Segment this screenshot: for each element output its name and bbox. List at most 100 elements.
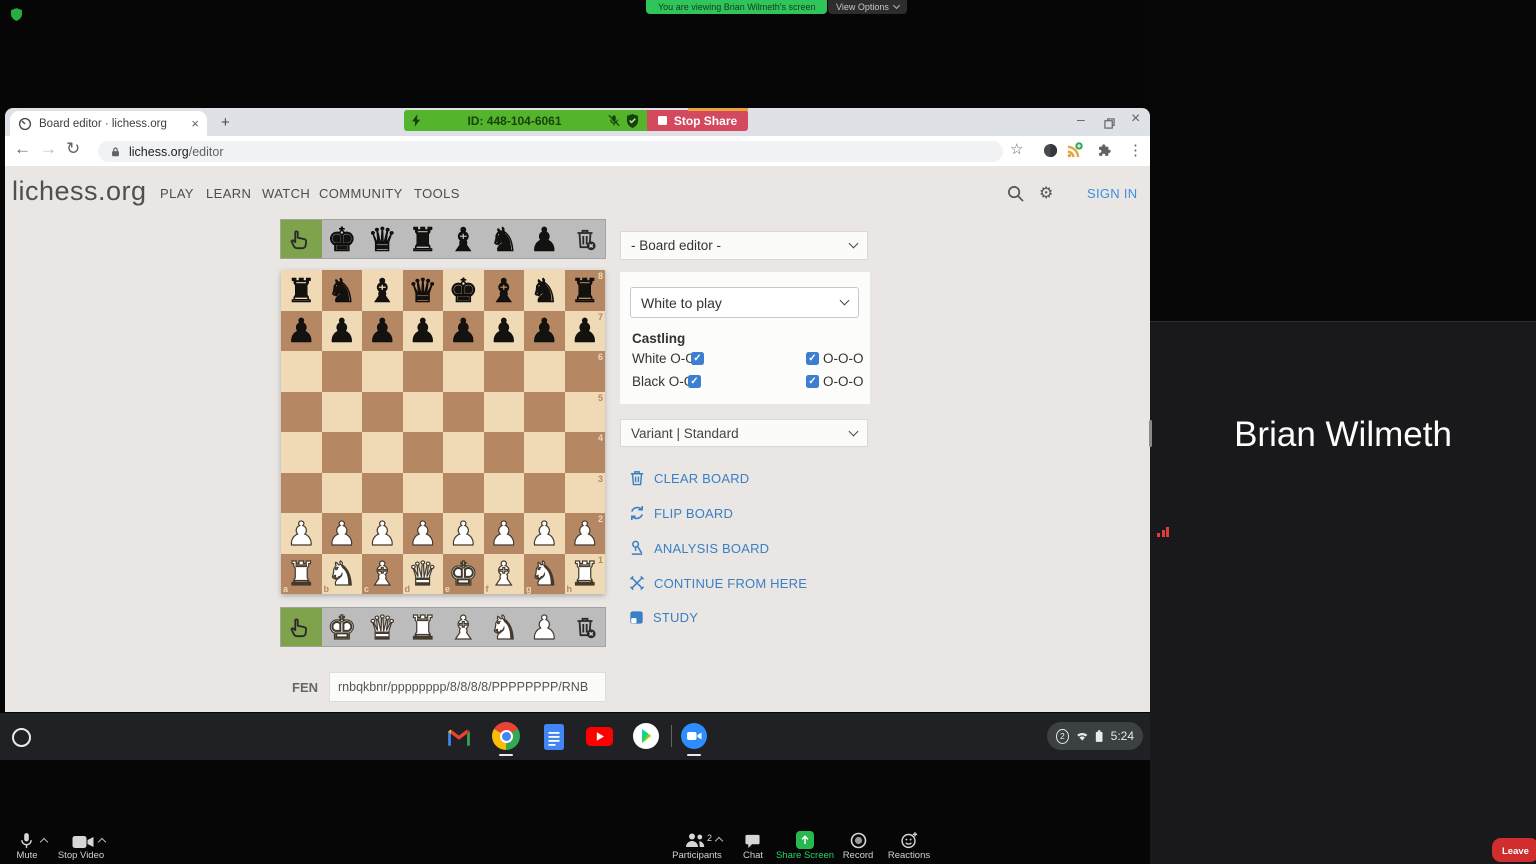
trash-tool[interactable] <box>565 608 606 646</box>
clear-board-link[interactable]: CLEAR BOARD <box>629 470 749 486</box>
square-d8[interactable]: ♛ <box>403 270 444 311</box>
search-button[interactable] <box>1007 185 1024 207</box>
browser-menu-button[interactable]: ⋮ <box>1128 141 1143 160</box>
square-e6[interactable] <box>443 351 484 392</box>
share-screen-button[interactable] <box>796 831 814 849</box>
chrome-app-icon[interactable] <box>492 722 520 750</box>
address-bar[interactable]: lichess.org/editor <box>98 141 1003 162</box>
extensions-puzzle-icon[interactable] <box>1096 142 1113 164</box>
square-h7[interactable]: ♟7 <box>565 311 606 352</box>
square-d1[interactable]: ♛d <box>403 554 444 595</box>
square-c7[interactable]: ♟ <box>362 311 403 352</box>
square-g7[interactable]: ♟ <box>524 311 565 352</box>
analysis-board-link[interactable]: ANALYSIS BOARD <box>629 540 769 556</box>
black-knight[interactable]: ♞ <box>529 274 559 307</box>
white-pawn[interactable]: ♟ <box>489 517 519 550</box>
square-c8[interactable]: ♝ <box>362 270 403 311</box>
square-d7[interactable]: ♟ <box>403 311 444 352</box>
tab-close-icon[interactable]: × <box>191 116 199 131</box>
flip-board-link[interactable]: FLIP BOARD <box>629 505 733 521</box>
spare-white-bishop[interactable]: ♝ <box>443 608 484 646</box>
board-editor-select[interactable]: - Board editor - <box>620 231 868 260</box>
square-c4[interactable] <box>362 432 403 473</box>
leave-button[interactable]: Leave <box>1492 838 1536 862</box>
spare-black-pawn[interactable]: ♟ <box>524 220 565 258</box>
black-pawn[interactable]: ♟ <box>286 314 316 347</box>
black-pawn[interactable]: ♟ <box>570 314 600 347</box>
rss-extension-icon[interactable] <box>1066 142 1083 164</box>
spare-black-king[interactable]: ♚ <box>322 220 363 258</box>
reload-button[interactable]: ↻ <box>66 139 80 159</box>
square-c6[interactable] <box>362 351 403 392</box>
turn-select[interactable]: White to play <box>630 287 859 318</box>
gmail-app-icon[interactable] <box>446 724 472 748</box>
nav-tools[interactable]: TOOLS <box>414 186 460 201</box>
bookmark-star-button[interactable]: ☆ <box>1010 140 1023 159</box>
status-tray[interactable]: 2 5:24 <box>1047 722 1143 750</box>
square-g8[interactable]: ♞ <box>524 270 565 311</box>
square-a1[interactable]: ♜a <box>281 554 322 595</box>
spare-black-knight[interactable]: ♞ <box>484 220 525 258</box>
lichess-logo[interactable]: lichess.org <box>12 176 147 207</box>
white-queen[interactable]: ♛ <box>408 557 438 590</box>
participants-options-caret[interactable] <box>715 837 723 845</box>
white-pawn[interactable]: ♟ <box>529 517 559 550</box>
white-pawn[interactable]: ♟ <box>570 517 600 550</box>
square-b6[interactable] <box>322 351 363 392</box>
black-king[interactable]: ♚ <box>448 274 478 307</box>
black-rook[interactable]: ♜ <box>286 274 316 307</box>
square-b1[interactable]: ♞b <box>322 554 363 595</box>
square-d4[interactable] <box>403 432 444 473</box>
square-f4[interactable] <box>484 432 525 473</box>
square-h4[interactable]: 4 <box>565 432 606 473</box>
square-d3[interactable] <box>403 473 444 514</box>
square-g3[interactable] <box>524 473 565 514</box>
black-pawn[interactable]: ♟ <box>489 314 519 347</box>
youtube-app-icon[interactable] <box>586 727 613 751</box>
spare-black-bishop[interactable]: ♝ <box>443 220 484 258</box>
white-rook[interactable]: ♜ <box>570 557 600 590</box>
black-pawn[interactable]: ♟ <box>408 314 438 347</box>
square-a7[interactable]: ♟ <box>281 311 322 352</box>
black-pawn[interactable]: ♟ <box>327 314 357 347</box>
square-d2[interactable]: ♟ <box>403 513 444 554</box>
square-e4[interactable] <box>443 432 484 473</box>
spare-black-rook[interactable]: ♜ <box>403 220 444 258</box>
square-a3[interactable] <box>281 473 322 514</box>
pointer-tool[interactable] <box>281 608 322 646</box>
black-pawn[interactable]: ♟ <box>448 314 478 347</box>
white-bishop[interactable]: ♝ <box>489 557 519 590</box>
launcher-button[interactable] <box>12 728 31 747</box>
docs-app-icon[interactable] <box>544 724 564 755</box>
white-knight[interactable]: ♞ <box>327 557 357 590</box>
pointer-tool[interactable] <box>281 220 322 258</box>
panel-scrollbar-thumb[interactable] <box>1149 420 1152 447</box>
black-queen[interactable]: ♛ <box>408 274 438 307</box>
square-f8[interactable]: ♝ <box>484 270 525 311</box>
square-e7[interactable]: ♟ <box>443 311 484 352</box>
trash-tool[interactable] <box>565 220 606 258</box>
back-button[interactable]: ← <box>14 139 31 159</box>
black-kingside-checkbox[interactable]: ✓ <box>688 375 701 388</box>
square-h5[interactable]: 5 <box>565 392 606 433</box>
black-bishop[interactable]: ♝ <box>367 274 397 307</box>
square-e3[interactable] <box>443 473 484 514</box>
square-h2[interactable]: ♟2 <box>565 513 606 554</box>
white-pawn[interactable]: ♟ <box>367 517 397 550</box>
square-h8[interactable]: ♜8 <box>565 270 606 311</box>
black-queenside-checkbox[interactable]: ✓ <box>806 375 819 388</box>
square-a2[interactable]: ♟ <box>281 513 322 554</box>
settings-button[interactable]: ⚙ <box>1039 183 1053 203</box>
square-a5[interactable] <box>281 392 322 433</box>
spare-black-queen[interactable]: ♛ <box>362 220 403 258</box>
study-link[interactable]: STUDY <box>629 610 698 625</box>
black-bishop[interactable]: ♝ <box>489 274 519 307</box>
square-e5[interactable] <box>443 392 484 433</box>
variant-select[interactable]: Variant | Standard <box>620 419 868 447</box>
square-d5[interactable] <box>403 392 444 433</box>
spare-white-king[interactable]: ♚ <box>322 608 363 646</box>
square-f7[interactable]: ♟ <box>484 311 525 352</box>
square-a8[interactable]: ♜ <box>281 270 322 311</box>
square-h6[interactable]: 6 <box>565 351 606 392</box>
square-f6[interactable] <box>484 351 525 392</box>
